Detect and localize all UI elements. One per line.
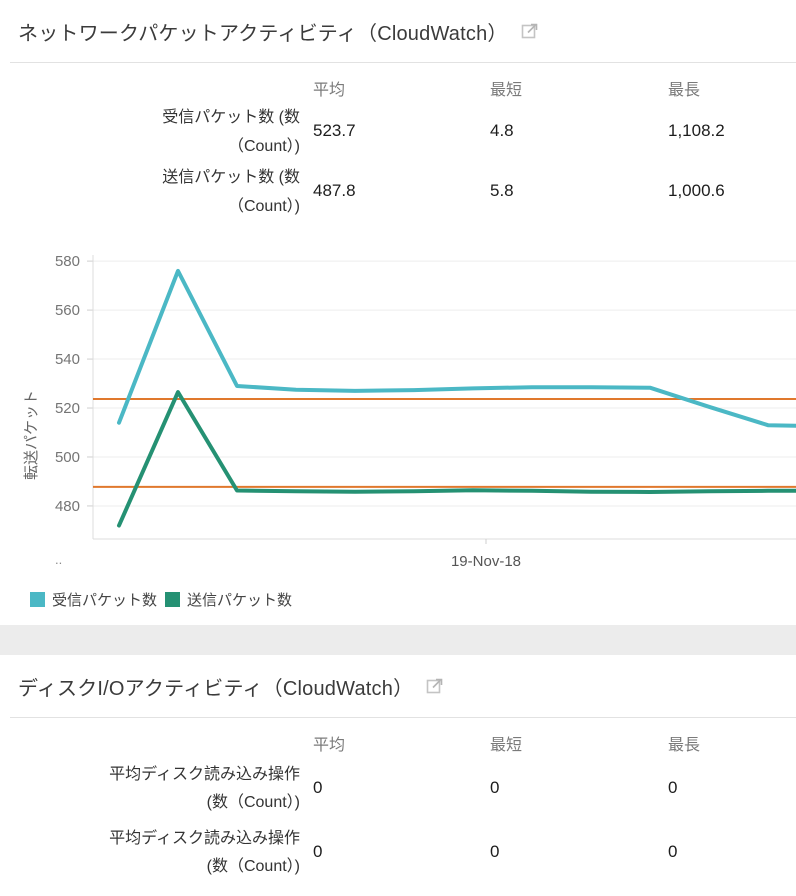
table-row: 平均ディスク読み込み操作 (数（Count）) 0 0 0 [0,756,796,820]
legend-item-sent-packets[interactable]: 送信パケット数 [165,589,292,610]
received-max-value: 1,108.2 [668,121,725,140]
sent-avg-value: 487.8 [313,181,356,200]
chart-area: 580 560 540 520 500 480 19-Nov-18.. 転送パケット 受信パケ… [0,253,796,609]
table-header-row: 平均 最短 最長 [0,75,796,101]
external-link-icon[interactable] [520,21,540,41]
disk-stats-table: 平均 最短 最長 平均ディスク読み込み操作 (数（Count）) 0 0 0 平… [0,730,796,884]
y-tick-label: 520 [55,400,80,417]
sent-max-value: 1,000.6 [668,181,725,200]
disk-avg-value: 0 [313,842,323,861]
series-line-0 [117,268,796,428]
disk-max-value: 0 [668,778,678,797]
disk-min-value: 0 [490,842,500,861]
x-axis-label: 19-Nov-18 [451,553,521,570]
row-label-received-packets: 受信パケット数 (数 （Count）) [162,109,300,155]
table-row: 受信パケット数 (数 （Count）) 523.7 4.8 1,108.2 [0,101,796,161]
column-header-min: 最短 [490,737,523,754]
y-tick-label: 560 [55,302,80,319]
x-axis-partial-label: .. [55,552,62,567]
received-min-value: 4.8 [490,121,514,140]
network-stats-table: 平均 最短 最長 受信パケット数 (数 （Count）) 523.7 4.8 1… [0,75,796,221]
header-divider [10,62,796,63]
received-avg-value: 523.7 [313,121,356,140]
y-tick-label: 540 [55,351,80,368]
chart-legend: 受信パケット数 送信パケット数 [0,589,796,609]
sent-min-value: 5.8 [490,181,514,200]
monitoring-page: ネットワークパケットアクティビティ（CloudWatch） 平均 最短 最長 受… [0,0,796,896]
legend-label: 送信パケット数 [187,591,293,609]
table-row: 平均ディスク読み込み操作 (数（Count）) 0 0 0 [0,820,796,884]
panel-header: ディスクI/Oアクティビティ（CloudWatch） [0,655,796,703]
panel-separator [0,625,796,655]
panel-title: ディスクI/Oアクティビティ（CloudWatch） [18,677,414,700]
column-header-max: 最長 [668,82,701,99]
column-header-min: 最短 [490,82,523,99]
y-axis-title: 転送パケット [23,390,40,480]
y-tick-label: 480 [55,498,80,515]
network-packet-panel: ネットワークパケットアクティビティ（CloudWatch） 平均 最短 最長 受… [0,0,796,609]
panel-header: ネットワークパケットアクティビティ（CloudWatch） [0,0,796,48]
row-label-disk-read-ops: 平均ディスク読み込み操作 (数（Count）) [109,830,300,875]
external-link-icon[interactable] [425,676,445,696]
disk-avg-value: 0 [313,778,323,797]
legend-swatch-received [30,591,45,607]
legend-swatch-sent [165,591,181,607]
row-label-disk-read-ops: 平均ディスク読み込み操作 (数（Count）) [109,766,300,811]
y-tick-label: 500 [55,449,80,466]
table-header-row: 平均 最短 最長 [0,730,796,756]
column-header-avg: 平均 [313,737,346,754]
disk-max-value: 0 [668,842,678,861]
network-packets-line-chart: 580 560 540 520 500 480 19-Nov-18.. 転送パケット [23,253,796,570]
column-header-max: 最長 [668,737,701,754]
table-row: 送信パケット数 (数 （Count）) 487.8 5.8 1,000.6 [0,161,796,221]
disk-io-panel: ディスクI/Oアクティビティ（CloudWatch） 平均 最短 最長 平均ディ… [0,655,796,884]
legend-item-received-packets[interactable]: 受信パケット数 [30,589,157,610]
column-header-avg: 平均 [313,82,346,99]
row-label-sent-packets: 送信パケット数 (数 （Count）) [162,169,300,215]
disk-min-value: 0 [490,778,500,797]
y-tick-label: 580 [55,253,80,270]
header-divider [10,717,796,718]
legend-label: 受信パケット数 [52,591,158,609]
page-title: ネットワークパケットアクティビティ（CloudWatch） [18,22,508,45]
